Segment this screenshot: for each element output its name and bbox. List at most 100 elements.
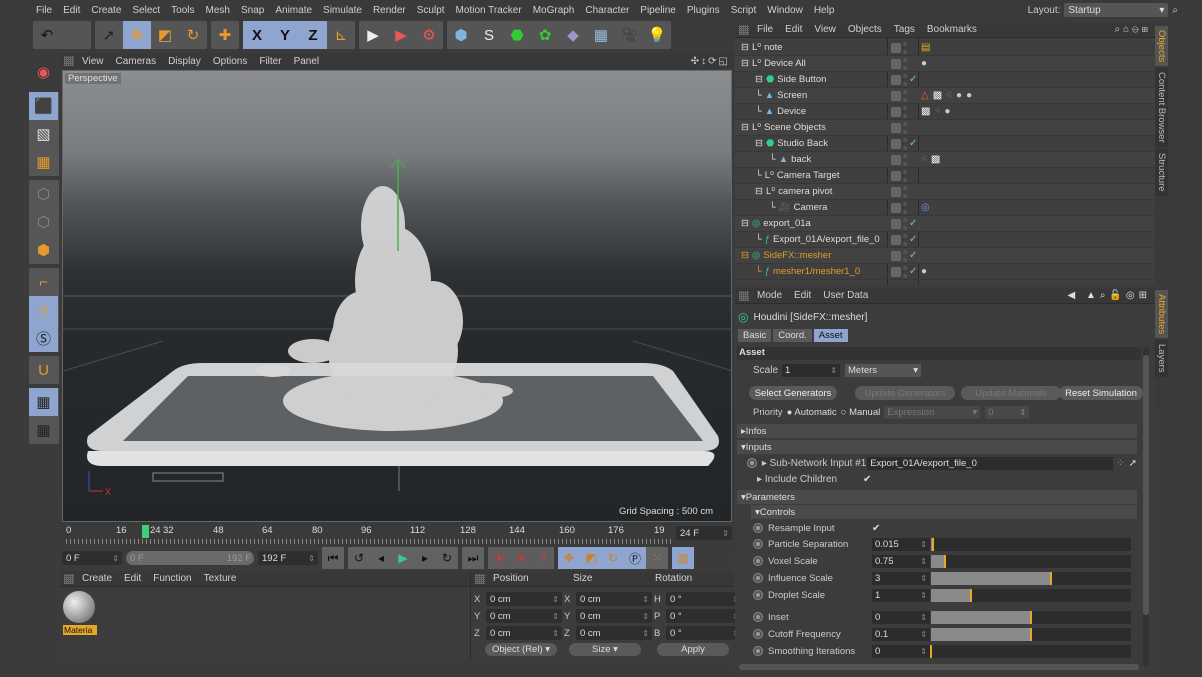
visibility-dots[interactable]: [903, 137, 907, 150]
visibility-dots[interactable]: [903, 121, 907, 134]
scale-icon[interactable]: ◩: [151, 21, 179, 49]
previous-frame-icon[interactable]: ◂: [370, 547, 392, 569]
enabled-check-icon[interactable]: ✓: [909, 218, 917, 229]
undo-icon[interactable]: ↶: [33, 21, 61, 49]
animate-radio[interactable]: [747, 458, 757, 468]
cloner-icon[interactable]: ✿: [531, 21, 559, 49]
slider-handle[interactable]: [944, 554, 946, 568]
spinner-icon[interactable]: ⇕: [552, 612, 559, 621]
layer-visibility-icon[interactable]: [891, 266, 901, 277]
texture-tag-icon[interactable]: ▩: [933, 90, 942, 101]
object-name[interactable]: └ ▲ Screen: [755, 90, 807, 101]
spinner-icon[interactable]: ⇕: [920, 557, 927, 566]
section-parameters[interactable]: ▾ Parameters: [737, 490, 1137, 504]
spinner-icon[interactable]: ⇕: [552, 629, 559, 638]
visibility-dots[interactable]: [903, 233, 907, 246]
spinner-icon[interactable]: ⇕: [920, 630, 927, 639]
layer-visibility-icon[interactable]: [891, 58, 901, 69]
object-row[interactable]: └ ▲ back ⁖ ▩: [735, 152, 1155, 168]
cube-icon[interactable]: ⬢: [447, 21, 475, 49]
panel-grip-icon[interactable]: [739, 290, 749, 301]
tweak-mode-icon[interactable]: 🖱: [29, 296, 58, 324]
texture-tag-icon[interactable]: ▩: [931, 154, 940, 165]
panel-grip-icon[interactable]: [64, 56, 74, 66]
position-field[interactable]: 0 cm ⇕: [486, 592, 562, 606]
key-point-level-icon[interactable]: ⁙: [646, 547, 668, 569]
tree-expander-icon[interactable]: ⊟: [741, 218, 749, 229]
parameter-value-field[interactable]: 0.015 ⇕: [872, 537, 930, 551]
object-name[interactable]: ⊟ L⁰ Scene Objects: [741, 122, 826, 133]
size-field[interactable]: 0 cm ⇕: [576, 592, 652, 606]
object-row[interactable]: ⊟ L⁰ note ▤: [735, 40, 1155, 56]
material-menu-function[interactable]: Function: [153, 573, 191, 584]
slider-handle[interactable]: [1030, 610, 1032, 624]
visibility-dots[interactable]: [903, 41, 907, 54]
update-materials-button[interactable]: Update Materials: [961, 386, 1061, 400]
visibility-dots[interactable]: [903, 201, 907, 214]
tab-asset[interactable]: Asset: [813, 329, 848, 342]
make-editable-icon[interactable]: ◉: [29, 58, 58, 86]
viewport-menu-filter[interactable]: Filter: [259, 56, 281, 67]
enabled-check-icon[interactable]: ✓: [909, 250, 917, 261]
viewport-menu-display[interactable]: Display: [168, 56, 201, 67]
tree-expander-icon[interactable]: ⊟: [755, 186, 763, 197]
camera-icon[interactable]: 🎥: [615, 21, 643, 49]
object-menu-view[interactable]: View: [814, 24, 836, 35]
workplane-icon[interactable]: ▦: [29, 148, 58, 176]
visibility-dots[interactable]: [903, 169, 907, 182]
object-name[interactable]: ⊟ ◎ export_01a: [741, 218, 811, 229]
material-menu-texture[interactable]: Texture: [204, 573, 237, 584]
radio-automatic[interactable]: ● Automatic: [787, 407, 837, 418]
layer-visibility-icon[interactable]: [891, 234, 901, 245]
edges-mode-icon[interactable]: ⬡: [29, 208, 58, 236]
layer-visibility-icon[interactable]: [891, 186, 901, 197]
size-field[interactable]: 0 cm ⇕: [576, 609, 652, 623]
attribute-menu-edit[interactable]: Edit: [794, 290, 811, 301]
move-active-icon[interactable]: ✚: [211, 21, 239, 49]
object-name[interactable]: └ 🎥 Camera: [769, 202, 827, 213]
record-keys-icon[interactable]: ⦿: [488, 547, 510, 569]
spinner-icon[interactable]: ⇕: [920, 613, 927, 622]
live-selection-icon[interactable]: ➚: [95, 21, 123, 49]
tree-expander-icon[interactable]: └: [755, 234, 762, 245]
timeline-ruler[interactable]: 0 16 24 32 48 64 80 96 112 128 144 160 176 19 24 F ⇕: [62, 522, 734, 546]
animate-radio[interactable]: [753, 523, 763, 533]
layer-visibility-icon[interactable]: [891, 42, 901, 53]
object-row[interactable]: └ ƒ mesher1/mesher1_0 ✓ ●: [735, 264, 1155, 280]
size-field[interactable]: 0 cm ⇕: [576, 626, 652, 640]
menu-render[interactable]: Render: [373, 5, 406, 16]
autokey-icon[interactable]: ⦿: [510, 547, 532, 569]
animate-radio[interactable]: [753, 646, 763, 656]
coordinate-system-icon[interactable]: ⊾: [327, 21, 355, 49]
object-row[interactable]: ⊟ ◎ export_01a ✓: [735, 216, 1155, 232]
object-manager-tools-icons[interactable]: ⌕⌂⊖⊞: [1114, 24, 1151, 35]
floor-icon[interactable]: ▦: [587, 21, 615, 49]
tree-expander-icon[interactable]: └: [755, 170, 762, 181]
subdivision-icon[interactable]: ⬣: [503, 21, 531, 49]
material-tag-icon[interactable]: ●: [944, 106, 950, 117]
side-tab-structure[interactable]: Structure: [1155, 148, 1168, 196]
tree-expander-icon[interactable]: └: [755, 266, 762, 277]
rotate-icon[interactable]: ↻: [179, 21, 207, 49]
reset-simulation-button[interactable]: Reset Simulation: [1059, 386, 1143, 400]
position-field[interactable]: 0 cm ⇕: [486, 609, 562, 623]
snap-magnet-icon[interactable]: U: [29, 356, 58, 384]
viewport-menu-panel[interactable]: Panel: [294, 56, 320, 67]
move-icon[interactable]: ✥: [123, 21, 151, 49]
apply-button[interactable]: Apply: [657, 643, 729, 656]
tree-expander-icon[interactable]: ⊟: [741, 58, 749, 69]
include-children-checkbox[interactable]: ✔: [863, 474, 871, 485]
parameter-value-field[interactable]: 3 ⇕: [872, 571, 930, 585]
object-name[interactable]: ⊟ L⁰ Device All: [741, 58, 806, 69]
object-name[interactable]: └ ƒ Export_01A/export_file_0: [755, 234, 880, 245]
spline-pen-icon[interactable]: S: [475, 21, 503, 49]
tree-expander-icon[interactable]: ⊟: [741, 122, 749, 133]
slider-handle[interactable]: [970, 588, 972, 602]
parameter-value-field[interactable]: 0.75 ⇕: [872, 554, 930, 568]
tree-expander-icon[interactable]: ⊟: [741, 250, 749, 261]
rotation-field[interactable]: 0 °⇕: [666, 592, 742, 606]
animate-radio[interactable]: [753, 556, 763, 566]
visibility-dots[interactable]: [903, 153, 907, 166]
link-object-icon[interactable]: ⁘: [1116, 458, 1124, 469]
parameter-slider[interactable]: [931, 571, 1131, 585]
